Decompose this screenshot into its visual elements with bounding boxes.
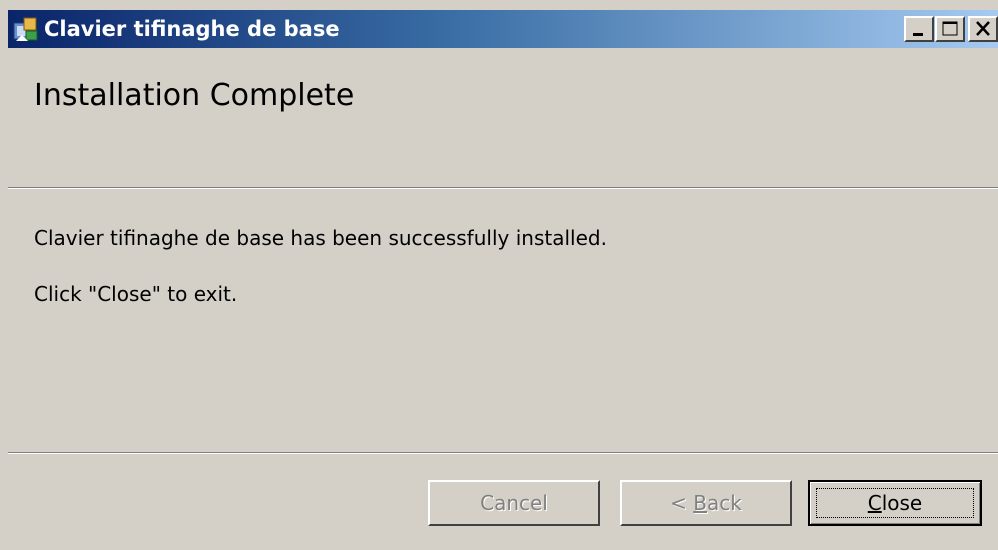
header-banner: [8, 48, 998, 188]
exit-instruction: Click "Close" to exit.: [34, 282, 238, 306]
success-message: Clavier tifinaghe de base has been succe…: [34, 226, 607, 250]
close-icon: [976, 21, 990, 36]
cancel-button[interactable]: Cancel: [428, 480, 600, 526]
maximize-icon: [942, 21, 958, 36]
back-button[interactable]: < Back: [620, 480, 792, 526]
footer-divider: [8, 452, 998, 454]
back-button-prefix: <: [670, 491, 694, 515]
title-bar[interactable]: Clavier tifinaghe de base: [8, 10, 998, 48]
page-title: Installation Complete: [34, 78, 355, 113]
minimize-button[interactable]: [904, 16, 934, 42]
back-button-accel: B: [693, 491, 707, 515]
header-divider: [8, 187, 998, 189]
installer-window: Clavier tifinaghe de base Installation C…: [0, 0, 998, 550]
close-button-accel: C: [867, 491, 882, 515]
close-window-button[interactable]: [968, 16, 998, 42]
close-button[interactable]: Close: [808, 480, 982, 526]
installer-app-icon: [12, 15, 40, 43]
minimize-icon: [913, 33, 923, 36]
window-title: Clavier tifinaghe de base: [44, 17, 340, 41]
close-button-rest: lose: [881, 491, 923, 515]
back-button-rest: ack: [707, 491, 742, 515]
maximize-button[interactable]: [935, 16, 965, 42]
cancel-button-label: Cancel: [480, 491, 548, 515]
